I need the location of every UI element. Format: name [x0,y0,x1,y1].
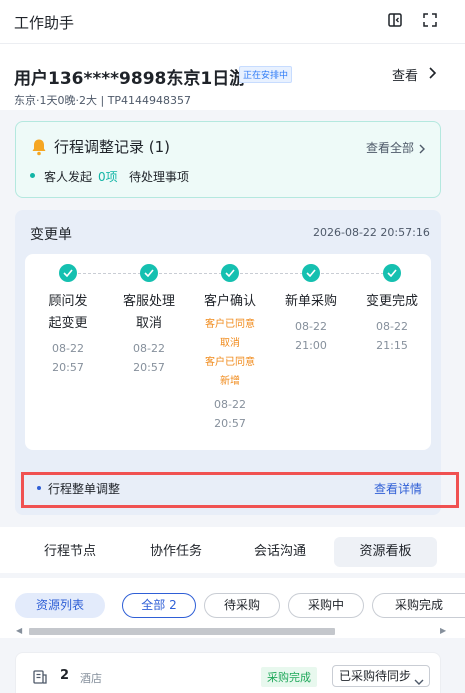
step-label: 变更完成 [365,294,418,309]
status-badge: 正在安排中 [239,66,293,83]
check-icon [383,264,401,282]
step-date: 08-22 [133,342,165,355]
step-time: 20:57 [52,361,84,374]
step-time: 20:57 [214,417,246,430]
step-item: 新单采购 08-22 21:00 [271,264,351,355]
trip-header: 用户136****9898东京1日游 正在安排中 查看 东京·1天0晚·2大 |… [0,44,465,110]
scroll-right-icon[interactable]: ▶ [440,626,446,635]
step-time: 20:57 [133,361,165,374]
chevron-down-icon [414,672,424,692]
step-time: 21:00 [295,339,327,352]
chevron-right-icon[interactable] [418,140,426,159]
pending-label: 待处理事项 [129,170,190,184]
expand-icon[interactable] [421,11,439,29]
resource-count: 2 [60,668,70,683]
pending-count[interactable]: 0项 [98,168,118,185]
trip-title: 用户136****9898东京1日游 [14,69,247,89]
trip-subtitle: 东京·1天0晚·2大 | TP4144948357 [14,94,192,107]
step-item: 变更完成 08-22 21:15 [352,264,432,355]
tab-itinerary-nodes[interactable]: 行程节点 [24,537,116,567]
app-title: 工作助手 [14,14,75,32]
chevron-right-icon[interactable] [426,65,438,85]
change-order-footer: 行程整单调整 查看详情 [21,472,459,508]
adjust-record-card: 行程调整记录 (1) 查看全部 客人发起 0项 待处理事项 [15,121,441,198]
resource-card[interactable]: 2 酒店 采购完成 已采购待同步 [15,652,441,693]
change-order-title: 变更单 [30,227,72,243]
sync-status-select[interactable]: 已采购待同步 [332,665,430,687]
step-label: 客服处理取消 [122,294,175,331]
check-icon [221,264,239,282]
tab-collab-tasks[interactable]: 协作任务 [130,537,222,567]
view-all-button[interactable]: 查看全部 [366,139,414,156]
bullet-dot [30,173,35,178]
change-order-panel: 变更单 2026-08-22 20:57:16 顾问发起变更 08-22 20:… [15,210,441,515]
step-date: 08-22 [52,342,84,355]
initiator-label: 客人发起 [44,170,93,184]
adjust-record-title: 行程调整记录 (1) [54,138,171,156]
step-date: 08-22 [295,320,327,333]
resource-type: 酒店 [80,672,102,685]
step-item: 客服处理取消 08-22 20:57 [109,264,189,377]
tab-bar: 行程节点 协作任务 会话沟通 资源看板 [0,527,465,573]
sidebar-toggle-icon[interactable] [386,11,404,29]
tab-conversation[interactable]: 会话沟通 [234,537,326,567]
step-label: 顾问发起变更 [48,294,88,331]
tab-resource-board[interactable]: 资源看板 [334,537,437,567]
bell-icon [31,138,47,160]
step-label: 客户确认 [203,294,256,309]
view-details-link[interactable]: 查看详情 [374,480,422,497]
change-order-time: 2026-08-22 20:57:16 [313,226,430,239]
hotel-icon [32,669,48,689]
resource-filters: 资源列表 全部 2 待采购 采购中 采购完成 ◀ ▶ [0,578,465,638]
step-item: 客户确认 客户已同意取消 客户已同意新增 08-22 20:57 [190,264,270,433]
sync-status-value: 已采购待同步 [339,669,412,683]
view-button[interactable]: 查看 [392,65,418,84]
step-date: 08-22 [214,398,246,411]
adjust-type: 行程整单调整 [48,482,121,496]
top-bar: 工作助手 [0,0,465,44]
step-date: 08-22 [376,320,408,333]
check-icon [302,264,320,282]
step-note: 客户已同意新增 [205,357,255,387]
scroll-left-icon[interactable]: ◀ [16,626,22,635]
step-note: 客户已同意取消 [205,319,255,349]
step-timeline: 顾问发起变更 08-22 20:57 客服处理取消 08-22 20:57 客户… [25,254,431,450]
check-icon [140,264,158,282]
bullet-dot [37,486,41,490]
horizontal-scrollbar[interactable] [29,628,335,635]
filter-chip-purchased[interactable]: 采购完成 [372,593,465,618]
step-label: 新单采购 [284,294,337,309]
step-time: 21:15 [376,339,408,352]
check-icon [59,264,77,282]
purchase-status-badge: 采购完成 [261,667,317,687]
filter-chip-all[interactable]: 全部 2 [122,593,196,618]
filter-chip-purchasing[interactable]: 采购中 [288,593,364,618]
filter-chip-to-purchase[interactable]: 待采购 [204,593,280,618]
resource-list-button[interactable]: 资源列表 [15,593,105,618]
step-item: 顾问发起变更 08-22 20:57 [28,264,108,377]
